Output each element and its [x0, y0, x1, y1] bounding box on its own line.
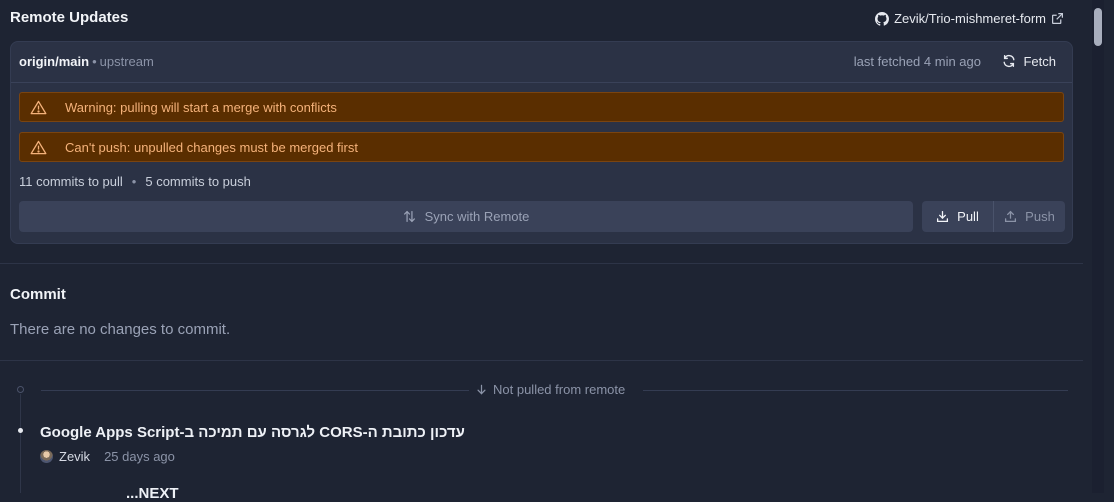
timeline-node-marker [17, 386, 24, 393]
merge-conflict-warning: Warning: pulling will start a merge with… [19, 92, 1064, 122]
push-label: Push [1025, 209, 1055, 224]
pull-push-group: Pull Push [922, 201, 1065, 232]
next-commit-message-partial[interactable]: ...NEXT [126, 485, 179, 502]
external-link-icon [1052, 13, 1063, 24]
last-fetched: last fetched 4 min ago [853, 54, 981, 69]
commit-counts: 11 commits to pull • 5 commits to push [19, 174, 251, 189]
fetch-button[interactable]: Fetch [994, 48, 1064, 74]
warning-text: Warning: pulling will start a merge with… [65, 99, 337, 115]
remote-panel-header: origin/main • upstream last fetched 4 min … [11, 42, 1072, 83]
branch-info: origin/main • upstream [19, 54, 154, 69]
not-pulled-label: Not pulled from remote [476, 382, 625, 397]
scrollbar-track[interactable] [1092, 0, 1104, 493]
commit-section-title: Commit [10, 286, 66, 303]
avatar [40, 450, 53, 463]
fetch-label: Fetch [1023, 53, 1056, 69]
separator-line [643, 390, 1068, 391]
commit-author: Zevik [59, 449, 91, 464]
section-divider [0, 263, 1083, 264]
remote-panel: origin/main • upstream last fetched 4 min … [10, 41, 1073, 244]
pull-button[interactable]: Pull [922, 201, 994, 232]
commits-to-push: 5 commits to push [145, 174, 251, 189]
repo-name: Zevik/Trio-mishmeret-form [894, 11, 1046, 26]
branch-name: origin/main [19, 54, 90, 69]
warning-text: Can't push: unpulled changes must be mer… [65, 139, 358, 155]
commit-meta: Zevik 25 days ago [40, 449, 175, 464]
sync-arrows-icon [403, 210, 415, 223]
push-button[interactable]: Push [994, 201, 1065, 232]
upstream-label: upstream [99, 54, 154, 69]
not-pulled-text: Not pulled from remote [493, 382, 626, 397]
timeline-line [20, 394, 21, 493]
refresh-icon [1003, 54, 1015, 68]
remote-updates-title: Remote Updates [10, 9, 129, 26]
commit-time: 25 days ago [104, 449, 175, 464]
commit-node [18, 428, 23, 433]
download-icon [937, 210, 949, 223]
commits-to-pull: 11 commits to pull [19, 174, 123, 189]
warning-icon [30, 140, 47, 154]
warning-icon [30, 100, 47, 114]
repo-link[interactable]: Zevik/Trio-mishmeret-form [875, 11, 1064, 26]
sync-label: Sync with Remote [424, 209, 530, 224]
commit-message[interactable]: עדכון כתובת ה-CORS לגרסה עם תמיכה ב-Goog… [40, 424, 465, 441]
arrow-down-icon [477, 384, 486, 395]
upload-icon [1005, 210, 1017, 223]
push-blocked-warning: Can't push: unpulled changes must be mer… [19, 132, 1064, 162]
sync-with-remote-button[interactable]: Sync with Remote [19, 201, 913, 232]
scrollbar-thumb[interactable] [1094, 8, 1102, 46]
pull-label: Pull [957, 209, 979, 224]
section-divider [0, 360, 1083, 361]
no-changes-message: There are no changes to commit. [10, 321, 231, 338]
github-icon [875, 11, 890, 26]
separator-line [41, 390, 469, 391]
